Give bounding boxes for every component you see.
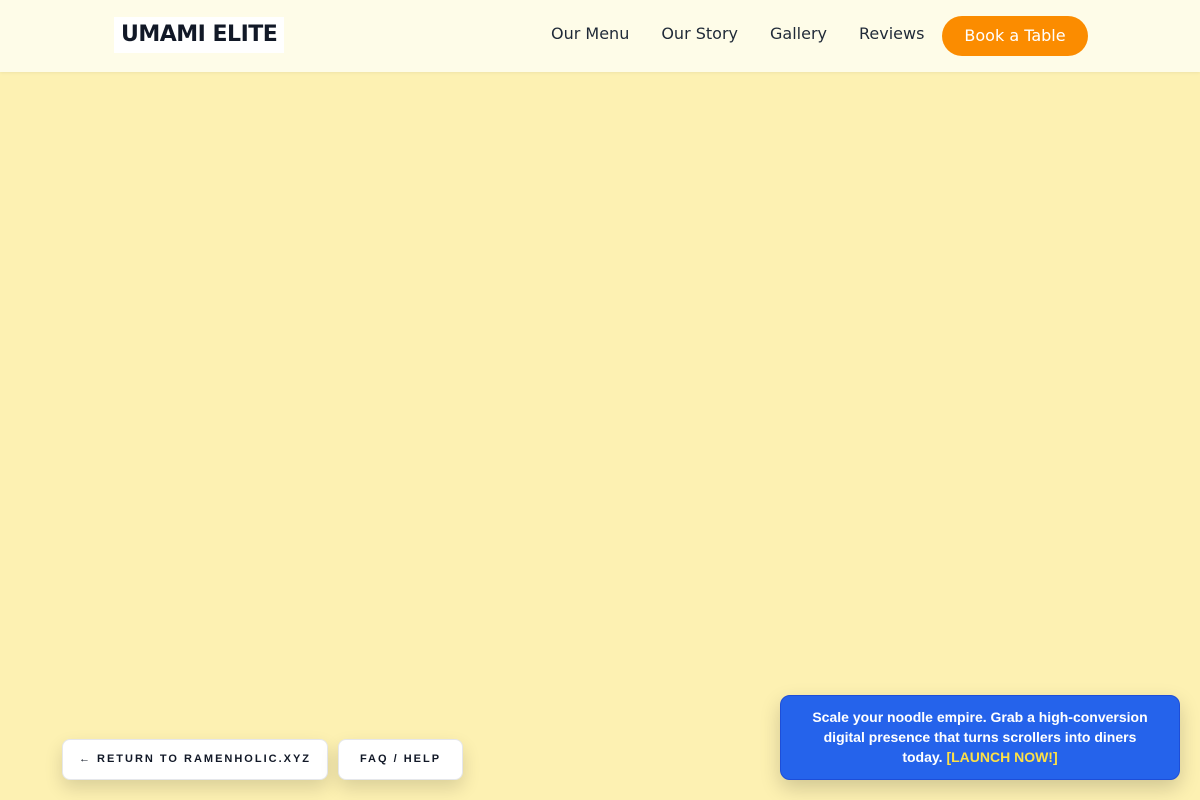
book-table-button[interactable]: Book a Table [942, 16, 1088, 56]
return-link[interactable]: ← RETURN TO RAMENHOLIC.XYZ [62, 739, 328, 780]
promo-banner: Scale your noodle empire. Grab a high-co… [780, 695, 1180, 780]
faq-help-link[interactable]: FAQ / HELP [338, 739, 463, 780]
nav-gallery[interactable]: Gallery [770, 24, 827, 44]
main-nav: Our Menu Our Story Gallery Reviews [551, 24, 924, 44]
site-header: UMAMI ELITE Our Menu Our Story Gallery R… [0, 0, 1200, 72]
nav-our-story[interactable]: Our Story [661, 24, 738, 44]
nav-reviews[interactable]: Reviews [859, 24, 924, 44]
site-logo[interactable]: UMAMI ELITE [114, 17, 285, 53]
page: UMAMI ELITE Our Menu Our Story Gallery R… [0, 0, 1200, 800]
launch-now-link[interactable]: [LAUNCH NOW!] [946, 749, 1057, 765]
nav-our-menu[interactable]: Our Menu [551, 24, 629, 44]
